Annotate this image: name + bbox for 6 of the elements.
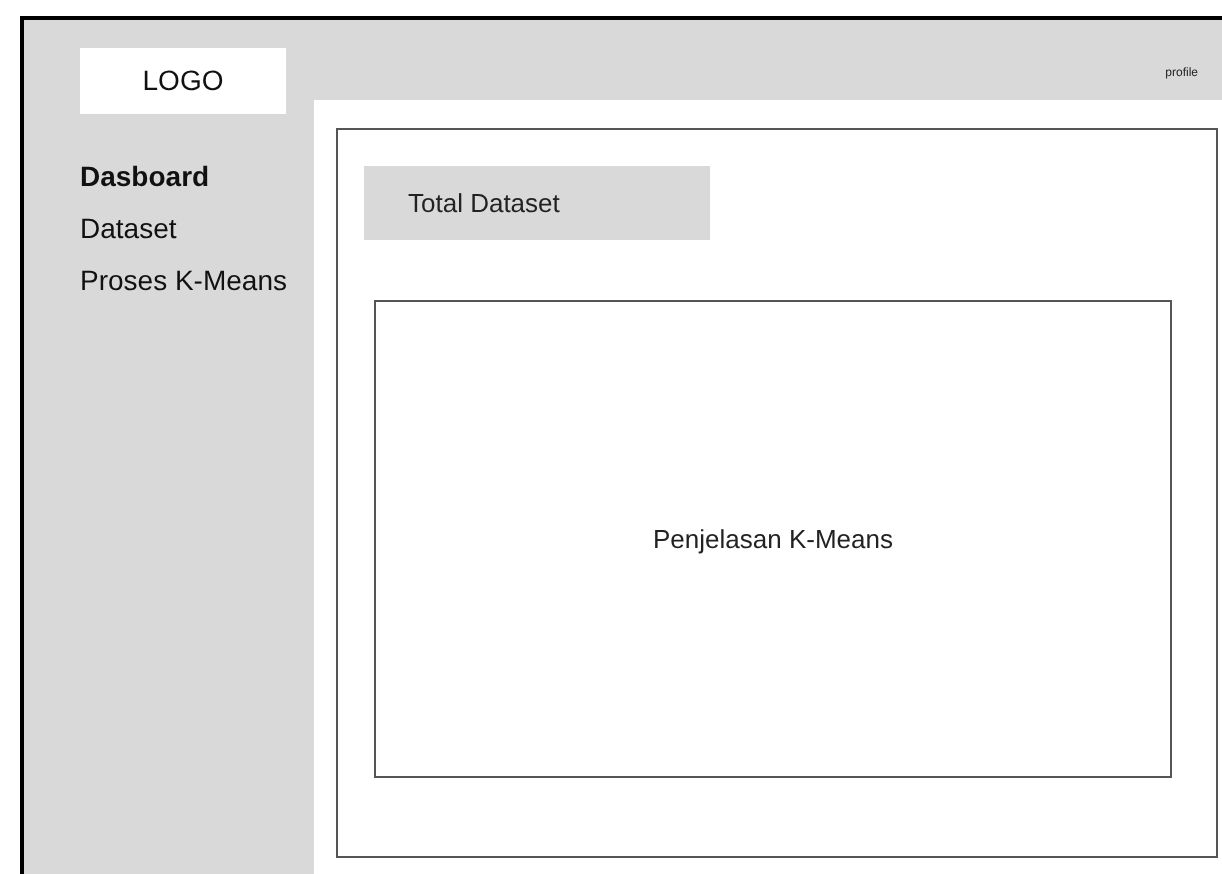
logo-text: LOGO [142,62,224,100]
sidebar-item[interactable]: Dasboard [80,156,314,196]
explanation-text: Penjelasan K-Means [653,521,893,558]
sidebar-item[interactable]: Dataset [80,208,314,248]
sidebar-item[interactable]: Proses K-Means [80,260,314,300]
total-dataset-card: Total Dataset [364,166,710,240]
